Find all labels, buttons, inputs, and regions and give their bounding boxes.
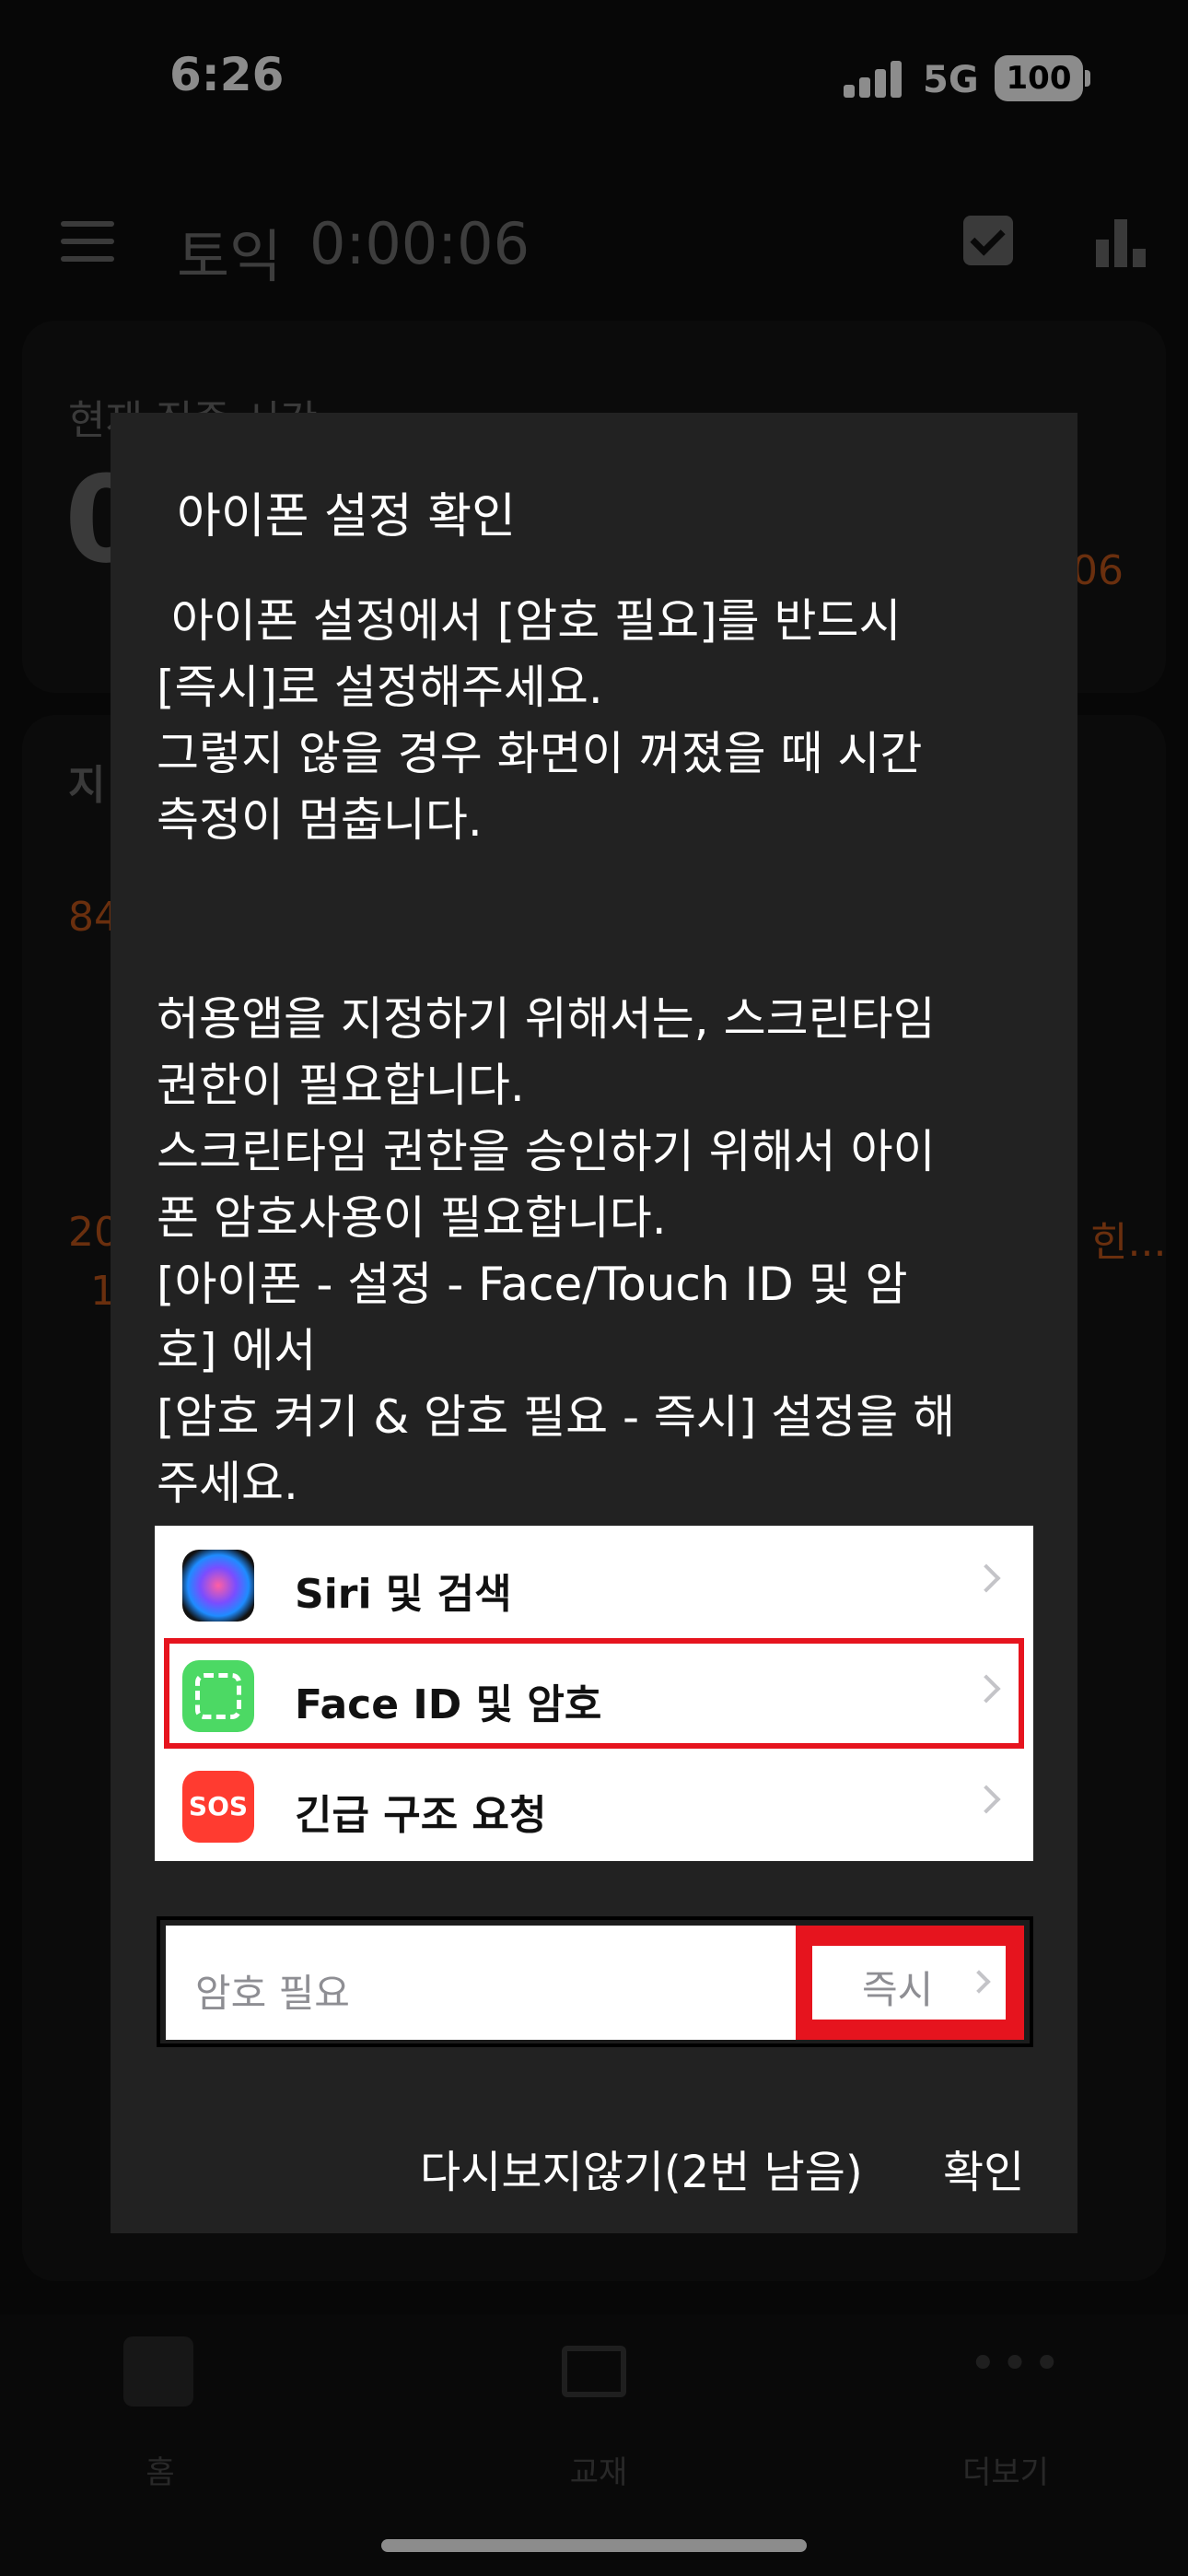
dialog-title: 아이폰 설정 확인 [177,489,516,544]
row-label-sos: 긴급 구조 요청 [295,1792,547,1839]
app-screen: 6:26 5G 100 토익 0:00:06 현재 집중 시간 0 06 지 8… [0,0,1188,2576]
chevron-right-icon [972,1785,1001,1814]
immediate-highlight: 즉시 [796,1926,1024,2040]
passcode-row: 암호 필요 즉시 [166,1926,1024,2040]
immediate-value-box: 즉시 [812,1946,1006,2020]
faceid-highlight [164,1638,1024,1749]
passcode-screenshot: 암호 필요 즉시 [157,1916,1033,2047]
confirm-button[interactable]: 확인 [943,2136,1024,2200]
siri-icon [182,1550,254,1622]
settings-screenshot: Siri 및 검색 Face ID 및 암호 SOS 긴급 구조 요청 [155,1526,1033,1861]
dialog-body: 아이폰 설정에서 [암호 필요]를 반드시 [즉시]로 설정해주세요. 그렇지 … [157,594,956,1510]
immediate-label: 즉시 [862,1967,934,2012]
dont-show-again-button[interactable]: 다시보지않기(2번 남음) [420,2136,863,2200]
settings-row-sos: SOS 긴급 구조 요청 [155,1751,1033,1861]
chevron-right-icon [972,1563,1001,1593]
chevron-right-icon [967,1970,991,1994]
settings-row-siri: Siri 및 검색 [155,1529,1033,1640]
passcode-label: 암호 필요 [195,1971,350,2016]
row-label-siri: Siri 및 검색 [295,1571,512,1618]
settings-dialog: 아이폰 설정 확인 아이폰 설정에서 [암호 필요]를 반드시 [즉시]로 설정… [111,413,1077,2233]
sos-icon: SOS [182,1771,254,1843]
